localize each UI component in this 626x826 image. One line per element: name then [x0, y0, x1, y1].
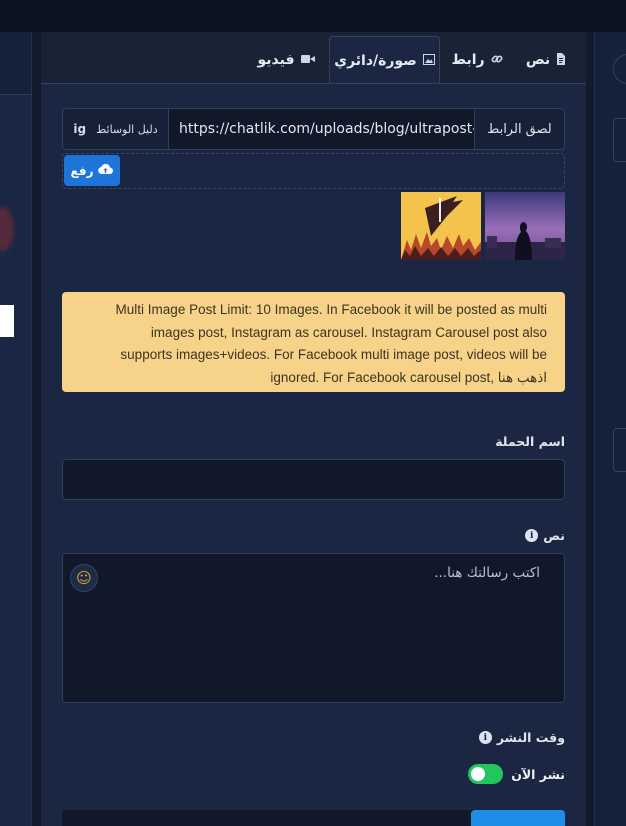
image-icon — [422, 53, 435, 68]
file-icon — [556, 52, 566, 68]
link-icon — [491, 53, 503, 68]
right-panel-input[interactable] — [613, 118, 626, 162]
carousel-limit-alert: Multi Image Post Limit: 10 Images. In Fa… — [62, 292, 565, 392]
campaign-name-label-text: اسم الحملة — [495, 434, 565, 449]
campaign-name-input[interactable] — [62, 459, 565, 500]
alert-line[interactable]: ignored. For Facebook carousel post, اذه… — [80, 367, 547, 390]
campaign-name-label: اسم الحملة — [495, 434, 565, 449]
media-library-button[interactable]: ig دليل الوسائط — [63, 109, 169, 149]
right-panel-circle-control[interactable] — [613, 54, 626, 84]
submit-button[interactable] — [471, 810, 565, 826]
info-icon[interactable]: i — [478, 731, 492, 744]
message-textarea[interactable]: اكتب رسالتك هنا... ☺ — [62, 553, 565, 703]
post-type-tabs: نص رابط صورة/دائري فيديو — [41, 32, 586, 84]
publish-time-label-text: وقت النشر — [496, 730, 565, 745]
publish-now-label: نشر الآن — [511, 766, 565, 782]
media-thumbnail[interactable] — [401, 192, 481, 260]
tab-video[interactable]: فيديو — [251, 36, 321, 84]
left-sidebar — [0, 32, 32, 826]
media-url-input[interactable]: https://chatlik.com/uploads/blog/ultrapo… — [169, 109, 474, 149]
tab-link-label: رابط — [451, 52, 485, 68]
left-panel-white-item[interactable] — [0, 305, 14, 337]
video-icon — [300, 53, 315, 67]
tab-video-label: فيديو — [257, 52, 295, 68]
paste-link-label: لصق الرابط — [474, 109, 564, 149]
tab-text[interactable]: نص — [516, 36, 576, 84]
media-thumbnail[interactable] — [485, 192, 565, 260]
message-label-text: نص — [543, 528, 565, 543]
avatar[interactable] — [0, 207, 14, 251]
media-url-row: ig دليل الوسائط https://chatlik.com/uplo… — [62, 108, 565, 150]
media-library-label: دليل الوسائط — [96, 122, 158, 136]
alert-line: Multi Image Post Limit: 10 Images. In Fa… — [115, 302, 547, 317]
publish-now-toggle[interactable] — [468, 764, 504, 784]
info-icon[interactable]: i — [525, 529, 539, 542]
tab-text-label: نص — [525, 52, 551, 68]
left-panel-inner — [0, 94, 31, 826]
message-label: نص i — [525, 528, 565, 543]
publish-time-label: وقت النشر i — [478, 730, 565, 745]
right-panel-input-2[interactable] — [613, 428, 626, 472]
top-bar — [0, 0, 626, 32]
upload-label: رفع — [70, 163, 94, 178]
emoji-icon[interactable]: ☺ — [70, 564, 98, 592]
tab-image-label: صورة/دائري — [334, 52, 417, 69]
instagram-prefix: ig — [73, 122, 87, 136]
alert-line: images post, Instagram as carousel. Inst… — [150, 324, 547, 340]
right-sidebar — [594, 32, 626, 826]
toggle-knob — [471, 767, 486, 781]
message-placeholder: اكتب رسالتك هنا... — [434, 565, 540, 581]
tab-divider — [41, 83, 586, 84]
tab-link[interactable]: رابط — [446, 36, 508, 84]
publish-now-row: نشر الآن — [468, 764, 565, 784]
alert-line: supports images+videos. For Facebook mul… — [120, 347, 547, 362]
upload-dropzone[interactable]: رفع — [62, 153, 565, 189]
upload-button[interactable]: رفع — [64, 155, 120, 186]
post-composer: نص رابط صورة/دائري فيديو ig دليل الوسائط — [41, 32, 586, 826]
tab-image-carousel[interactable]: صورة/دائري — [329, 36, 440, 84]
cloud-upload-icon — [98, 163, 114, 178]
